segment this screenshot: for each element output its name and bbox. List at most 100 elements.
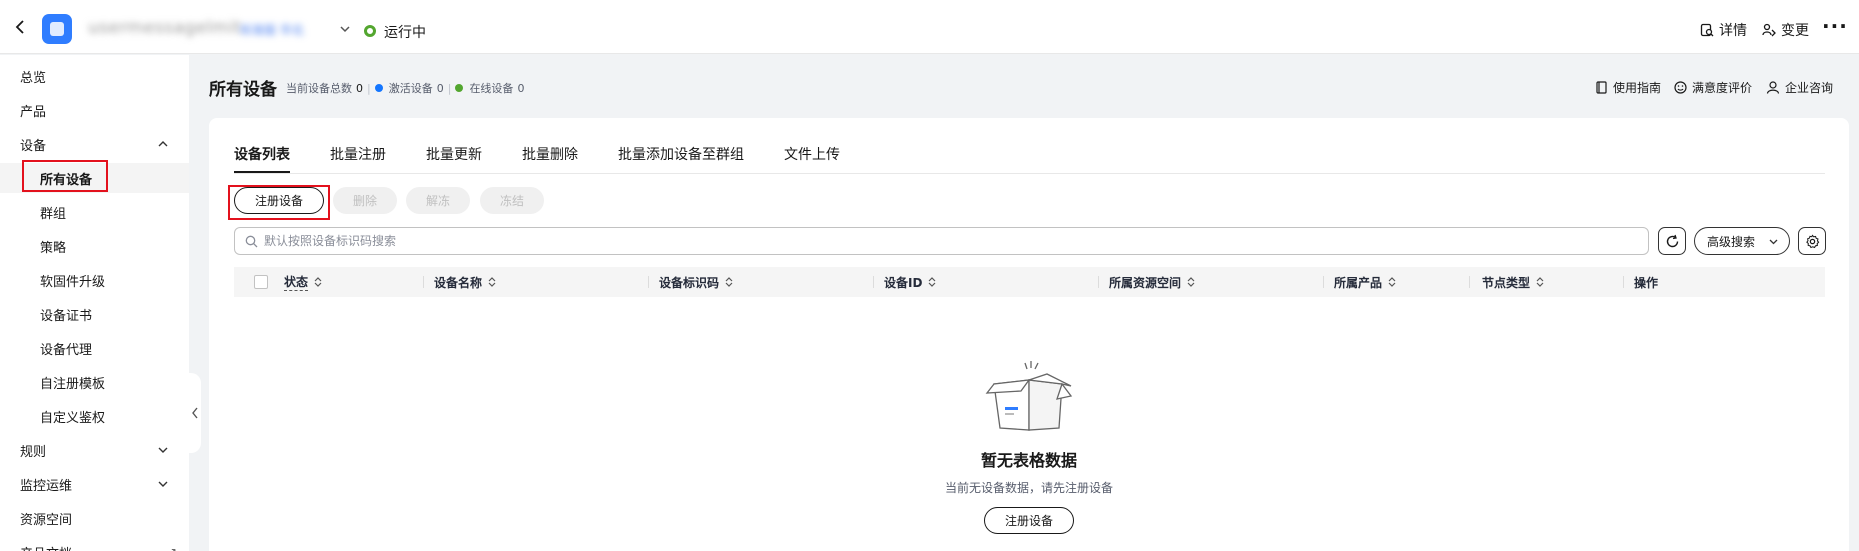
- table-header: 状态 设备名称 设备标识码 设备ID 所属资源空间 所属产品 节点类型 操作: [234, 267, 1825, 297]
- smile-icon: [1674, 81, 1687, 94]
- column-resource-space[interactable]: 所属资源空间: [1109, 267, 1196, 297]
- book-icon: [1596, 81, 1607, 94]
- advanced-search-dropdown[interactable]: 高级搜索: [1694, 227, 1790, 255]
- tab-device-list[interactable]: 设备列表: [234, 144, 290, 164]
- sidebar-item-groups[interactable]: 群组: [0, 197, 189, 227]
- tab-batch-register[interactable]: 批量注册: [330, 144, 386, 164]
- column-label: 所属资源空间: [1109, 275, 1182, 290]
- tab-file-upload[interactable]: 文件上传: [784, 144, 840, 164]
- column-separator: [1098, 276, 1099, 288]
- sort-icon: [725, 277, 733, 287]
- sidebar-item-label: 自注册模板: [40, 376, 106, 392]
- sort-icon: [488, 277, 496, 287]
- usage-guide-label: 使用指南: [1613, 81, 1662, 95]
- sort-icon: [1536, 277, 1544, 287]
- sidebar-item-policies[interactable]: 策略: [0, 231, 189, 261]
- column-actions: 操作: [1634, 267, 1658, 297]
- change-label: 变更: [1781, 23, 1809, 39]
- total-devices-value: 0: [356, 81, 363, 95]
- column-separator: [423, 276, 424, 288]
- instance-status: 运行中: [384, 25, 426, 41]
- search-box[interactable]: [234, 227, 1649, 255]
- sort-icon: [929, 277, 936, 287]
- sidebar-item-label: 设备: [20, 138, 47, 154]
- empty-register-device-button[interactable]: 注册设备: [984, 507, 1074, 534]
- sidebar-item-label: 总览: [20, 70, 47, 86]
- column-label: 设备名称: [434, 275, 483, 290]
- sidebar-item-all-devices[interactable]: 所有设备: [0, 163, 189, 193]
- enterprise-consult-link[interactable]: 企业咨询: [1766, 79, 1833, 96]
- back-arrow-icon[interactable]: [12, 19, 28, 35]
- sidebar-item-rules[interactable]: 规则: [0, 435, 189, 465]
- sidebar-item-label: 监控运维: [20, 478, 73, 494]
- column-label: 设备ID: [884, 275, 923, 290]
- sidebar-item-label: 资源空间: [20, 512, 73, 528]
- sidebar-item-label: 自定义鉴权: [40, 410, 106, 426]
- column-label: 状态: [284, 275, 309, 291]
- chevron-down-icon: [158, 481, 168, 487]
- sort-icon: [1388, 277, 1396, 287]
- usage-guide-link[interactable]: 使用指南: [1595, 79, 1661, 96]
- satisfaction-rating-link[interactable]: 满意度评价: [1674, 79, 1752, 96]
- column-device-id[interactable]: 设备ID: [884, 267, 937, 297]
- sidebar-item-firmware-upgrade[interactable]: 软固件升级: [0, 265, 189, 295]
- external-link-icon: ↗: [167, 545, 177, 551]
- more-icon[interactable]: ···: [1822, 16, 1848, 36]
- sidebar-item-self-registration-template[interactable]: 自注册模板: [0, 367, 189, 397]
- details-button[interactable]: 详情: [1700, 20, 1747, 40]
- sidebar-item-product-docs[interactable]: 产品文档 ↗: [0, 537, 189, 551]
- tab-batch-delete[interactable]: 批量删除: [522, 144, 578, 164]
- sidebar-item-device-certificates[interactable]: 设备证书: [0, 299, 189, 329]
- online-devices-label: 在线设备: [469, 82, 514, 95]
- sidebar-item-label: 产品: [20, 104, 47, 120]
- sidebar-item-overview[interactable]: 总览: [0, 61, 189, 91]
- sidebar-item-monitoring[interactable]: 监控运维: [0, 469, 189, 499]
- register-device-button[interactable]: 注册设备: [234, 187, 324, 214]
- column-label: 设备标识码: [659, 275, 720, 290]
- change-button[interactable]: 变更: [1762, 20, 1809, 40]
- column-label: 节点类型: [1482, 275, 1531, 290]
- status-running-icon: [364, 25, 376, 37]
- freeze-button[interactable]: 冻结: [480, 187, 544, 214]
- column-label: 操作: [1634, 275, 1659, 290]
- column-node-type[interactable]: 节点类型: [1482, 267, 1545, 297]
- chevron-down-icon[interactable]: [338, 22, 352, 36]
- column-separator: [1623, 276, 1624, 288]
- sort-icon: [1187, 277, 1195, 287]
- column-status[interactable]: 状态: [284, 267, 323, 297]
- sidebar-item-custom-auth[interactable]: 自定义鉴权: [0, 401, 189, 431]
- sidebar-item-device-proxy[interactable]: 设备代理: [0, 333, 189, 363]
- column-device-identifier[interactable]: 设备标识码: [659, 267, 734, 297]
- chevron-up-icon: [158, 141, 168, 147]
- app-logo-icon: [42, 14, 72, 44]
- unfreeze-button[interactable]: 解冻: [406, 187, 470, 214]
- sidebar-item-resource-space[interactable]: 资源空间: [0, 503, 189, 533]
- column-separator: [648, 276, 649, 288]
- empty-state-title: 暂无表格数据: [980, 451, 1077, 470]
- advanced-search-label: 高级搜索: [1707, 234, 1756, 249]
- instance-name: usermessagelmit: [88, 18, 242, 38]
- chevron-down-icon: [158, 447, 168, 453]
- search-input[interactable]: [264, 234, 1648, 248]
- tab-divider: [234, 173, 1825, 174]
- sidebar-item-label: 规则: [20, 444, 47, 460]
- online-dot-icon: [455, 84, 464, 92]
- column-device-name[interactable]: 设备名称: [434, 267, 497, 297]
- consult-icon: [1766, 81, 1780, 94]
- page-title: 所有设备: [209, 80, 277, 100]
- tab-batch-add-to-group[interactable]: 批量添加设备至群组: [618, 144, 744, 164]
- settings-button[interactable]: [1798, 227, 1826, 255]
- refresh-button[interactable]: [1658, 227, 1686, 255]
- sidebar-collapse-handle[interactable]: [189, 373, 201, 453]
- select-all-checkbox[interactable]: [254, 275, 268, 289]
- sidebar-item-label: 设备证书: [40, 308, 93, 324]
- details-icon: [1700, 23, 1714, 37]
- tab-batch-update[interactable]: 批量更新: [426, 144, 482, 164]
- sidebar-item-label: 软固件升级: [40, 274, 106, 290]
- sidebar-item-device[interactable]: 设备: [0, 129, 189, 159]
- delete-button[interactable]: 删除: [333, 187, 397, 214]
- sidebar-item-product[interactable]: 产品: [0, 95, 189, 125]
- column-product[interactable]: 所属产品: [1334, 267, 1397, 297]
- top-bar: usermessagelmit 标准版 华北 运行中 详情 变更 ···: [0, 0, 1859, 54]
- sidebar-item-label: 策略: [40, 240, 67, 256]
